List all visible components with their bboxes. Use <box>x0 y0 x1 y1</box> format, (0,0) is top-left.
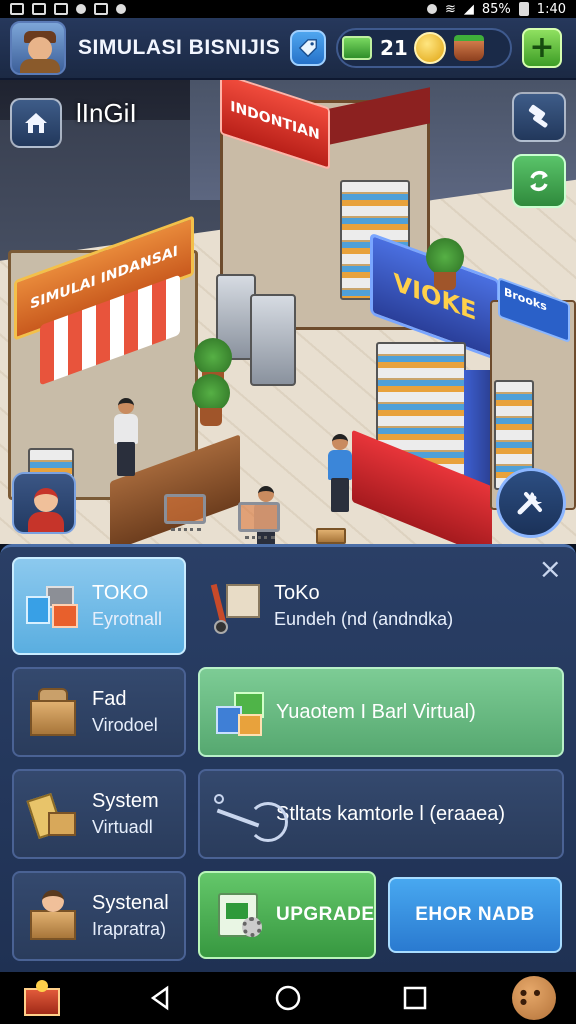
home-icon <box>25 113 47 133</box>
goods-box <box>316 528 346 544</box>
tile-title: Systenal <box>92 892 169 914</box>
gallery-icon <box>94 3 108 15</box>
signal-icon: ◢ <box>463 1 474 17</box>
close-icon[interactable]: × <box>539 555 562 583</box>
game-icon <box>76 4 86 14</box>
shopping-cart[interactable] <box>164 494 206 531</box>
cash-icon <box>342 36 372 60</box>
home-nav-button[interactable] <box>258 976 318 1020</box>
battery-percent: 85% <box>481 1 511 17</box>
customer-character[interactable] <box>326 434 354 512</box>
tile-subtitle: Eundeh (nd (andndka) <box>274 609 454 629</box>
menu-tile-toko[interactable]: TOKO Eyrotnall <box>12 557 186 655</box>
cookie-app-icon[interactable] <box>512 976 556 1020</box>
tile-title: TOKO <box>92 582 149 604</box>
tag-icon <box>298 39 317 58</box>
upgrade-label: UPGRADE <box>276 904 375 925</box>
tile-subtitle: Virtuadl <box>92 817 153 837</box>
menu-panel: × TOKO Eyrotnall ToKo Eundeh (nd (andndk… <box>0 544 576 972</box>
recents-square-icon <box>403 986 427 1010</box>
add-currency-button[interactable]: + <box>522 28 562 68</box>
tile-subtitle: Eyrotnall <box>92 609 163 629</box>
recents-button[interactable] <box>385 976 445 1020</box>
clock: 1:40 <box>536 1 566 17</box>
menu-tile-fad[interactable]: Fad Virodoel <box>12 667 186 757</box>
status-bar: ≋ ◢ 85% 1:40 <box>0 0 576 18</box>
scene-label: lInGiI <box>76 98 137 128</box>
gallery-icon <box>54 3 68 15</box>
hand-truck-icon <box>208 578 264 634</box>
basket-icon <box>454 35 484 61</box>
error-label: EHOR NADB <box>415 904 535 925</box>
vending-machine[interactable] <box>250 294 296 386</box>
tools-button[interactable] <box>496 468 566 538</box>
refresh-icon <box>530 171 548 191</box>
home-button[interactable] <box>10 98 62 148</box>
battery-icon <box>518 2 529 16</box>
plus-icon: + <box>529 30 555 65</box>
worker-box-icon <box>26 888 82 944</box>
assistant-icon <box>34 488 58 512</box>
plant-decoration <box>426 210 464 290</box>
refresh-button[interactable] <box>512 154 566 208</box>
menu-tile-system[interactable]: System Virtuadl <box>12 769 186 859</box>
currency-bar: 21 <box>336 28 512 68</box>
location-icon <box>426 4 437 14</box>
tile-subtitle: Irapratra) <box>92 919 167 939</box>
tag-button[interactable] <box>290 30 326 66</box>
tile-title: System <box>92 790 159 812</box>
wrench-icon <box>517 492 542 515</box>
gift-app-icon[interactable] <box>20 976 64 1020</box>
plant-decoration <box>192 370 230 426</box>
back-triangle-icon <box>150 985 169 1011</box>
back-button[interactable] <box>131 976 191 1020</box>
menu-tile-toko-2[interactable]: ToKo Eundeh (nd (andndka) <box>196 557 536 655</box>
upgrade-button[interactable]: UPGRADE <box>198 871 376 959</box>
menu-tile-systenal[interactable]: Systenal Irapratra) <box>12 871 186 961</box>
shopping-cart[interactable] <box>238 502 280 539</box>
tile-title: Fad <box>92 688 127 710</box>
upgrade-document-icon <box>212 887 268 943</box>
game-scene[interactable]: INDONTIAN SIMULAI INDANSAI VIOKE Brooks … <box>0 80 576 544</box>
store-stack-icon <box>26 578 82 634</box>
top-hud: SIMULASI BISNIJIS 21 + <box>0 18 576 80</box>
menu-tile-virtual[interactable]: Yuaotem I Barl Virtual) <box>198 667 564 757</box>
avatar-icon[interactable] <box>10 21 66 75</box>
tile-label: Yuaotem I Barl Virtual) <box>276 700 476 723</box>
shopkeeper-character[interactable] <box>112 398 140 476</box>
wifi-icon: ≋ <box>444 1 456 17</box>
parcel-icon <box>26 786 82 842</box>
scanner-icon <box>212 786 288 842</box>
system-nav-bar <box>0 972 576 1024</box>
tile-subtitle: Virodoel <box>92 715 158 735</box>
dot-icon <box>116 4 126 14</box>
hammer-icon <box>528 104 548 128</box>
currency-count: 21 <box>380 36 408 60</box>
gallery-icon <box>32 3 46 15</box>
menu-tile-stats[interactable]: Stltats kamtorle l (eraaea) <box>198 769 564 859</box>
assistant-button[interactable] <box>12 472 76 534</box>
game-title: SIMULASI BISNIJIS <box>78 36 281 59</box>
tile-label: Stltats kamtorle l (eraaea) <box>276 802 505 825</box>
tile-title: ToKo <box>274 582 320 604</box>
crate-icon <box>26 684 82 740</box>
notification-icon <box>10 3 24 15</box>
gift-boxes-icon <box>212 684 268 740</box>
coin-icon <box>414 32 446 64</box>
error-button[interactable]: EHOR NADB <box>388 877 562 953</box>
build-button[interactable] <box>512 92 566 142</box>
home-circle-icon <box>275 985 301 1011</box>
